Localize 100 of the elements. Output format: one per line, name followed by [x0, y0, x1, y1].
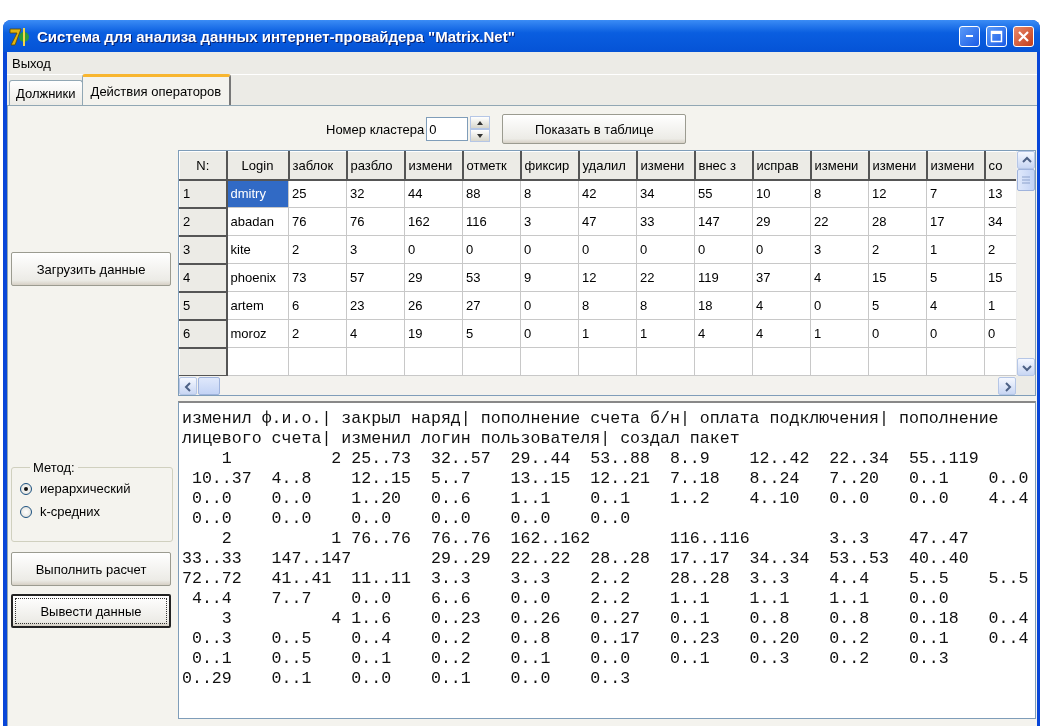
window-title: Система для анализа данных интернет-провайдера "Matrix.Net": [37, 27, 516, 45]
table-cell: 8: [636, 291, 695, 320]
table-cell: 76: [288, 207, 347, 236]
column-header[interactable]: заблок: [288, 151, 347, 180]
scroll-up-button[interactable]: [1017, 151, 1035, 169]
table-cell: 17: [926, 207, 985, 236]
table-cell: 4: [926, 291, 985, 320]
column-header[interactable]: внес з: [694, 151, 753, 180]
table-cell: 4: [810, 263, 869, 292]
table-cell: 44: [404, 179, 463, 208]
column-header[interactable]: отметк: [462, 151, 521, 180]
minimize-button[interactable]: [959, 25, 980, 47]
table-cell: 8: [520, 179, 579, 208]
table-cell: 1: [810, 319, 869, 348]
vertical-scrollbar[interactable]: [1016, 151, 1035, 376]
show-in-table-button[interactable]: Показать в таблице: [502, 114, 687, 144]
table-cell: 73: [288, 263, 347, 292]
scroll-right-button[interactable]: [998, 376, 1016, 395]
table-cell: 12: [868, 179, 927, 208]
table-cell: 37: [752, 263, 811, 292]
minimize-icon: [966, 35, 973, 37]
output-line: 33..33 147..147 29..29 22..22 28..28 17..17 34..34 53..53 40..40: [182, 549, 969, 569]
maximize-button[interactable]: [986, 25, 1007, 47]
table-cell: 23: [346, 291, 405, 320]
table-cell: 9: [520, 263, 579, 292]
cluster-label: Номер кластера: [326, 121, 425, 137]
table-cell[interactable]: abadan: [226, 207, 289, 236]
table-cell: 0: [694, 235, 753, 264]
table-cell: 55: [694, 179, 753, 208]
output-line: 10..37 4..8 12..15 5..7 13..15 12..21 7..18 8..24 7..20 0..1 0..0: [190, 469, 1029, 489]
table-cell: 25: [288, 179, 347, 208]
cluster-field[interactable]: 0: [426, 117, 469, 141]
table-cell: 1: [578, 319, 637, 348]
table-cell[interactable]: phoenix: [226, 263, 289, 292]
table-cell: 34: [636, 179, 695, 208]
output-line: 1 2 25..73 32..57 29..44 53..88 8..9 12..42 22..34 55..119: [220, 449, 979, 469]
row-number: 1: [179, 179, 227, 208]
table-cell: 5: [868, 291, 927, 320]
menu-item[interactable]: Выход: [9, 53, 54, 73]
scrollbar-thumb[interactable]: [1017, 169, 1035, 191]
table-cell: 4: [346, 319, 405, 348]
close-button[interactable]: [1013, 25, 1034, 47]
column-header[interactable]: удалил: [578, 151, 637, 180]
column-header[interactable]: измени: [926, 151, 985, 180]
table-cell: 0: [578, 235, 637, 264]
column-header[interactable]: N:: [179, 151, 227, 180]
table-cell: 26: [404, 291, 463, 320]
maximize-icon: [990, 29, 1003, 43]
table-cell: 0: [404, 235, 463, 264]
horizontal-scrollbar[interactable]: [179, 376, 1016, 395]
column-header[interactable]: фиксир: [520, 151, 579, 180]
output-line: 0..0 0..0 1..20 0..6 1..1 0..1 1..2 4..10 0..0 0..0 4..4: [190, 489, 1029, 509]
row-number: 6: [179, 319, 227, 348]
table-cell: 0: [520, 319, 579, 348]
column-header[interactable]: Login: [226, 151, 289, 180]
scrollbar-thumb[interactable]: [198, 376, 220, 395]
close-icon: [1017, 29, 1030, 43]
scroll-down-button[interactable]: [1017, 358, 1035, 376]
output-line: 72..72 41..41 11..11 3..3 3..3 2..2 28..28 3..3 4..4 5..5 5..5: [182, 569, 1029, 589]
app-icon: [9, 26, 31, 46]
column-header[interactable]: измени: [810, 151, 869, 180]
table-cell: 2: [868, 235, 927, 264]
tab[interactable]: Действия операторов: [81, 74, 232, 105]
table-cell: 6: [288, 291, 347, 320]
column-header[interactable]: измени: [636, 151, 695, 180]
table-cell: 162: [404, 207, 463, 236]
table-cell[interactable]: moroz: [226, 319, 289, 348]
column-header[interactable]: со: [984, 151, 1016, 180]
column-header[interactable]: исправ: [752, 151, 811, 180]
table-cell: 22: [636, 263, 695, 292]
spin-up-button[interactable]: [470, 116, 491, 129]
table-cell: 27: [462, 291, 521, 320]
radio-label[interactable]: k-средних: [40, 504, 101, 519]
tab[interactable]: Должники: [9, 80, 83, 105]
table-cell[interactable]: dmitry: [226, 179, 289, 208]
spin-down-button[interactable]: [470, 129, 491, 142]
output-data-button[interactable]: Вывести данные: [11, 594, 171, 628]
row-number: 2: [179, 207, 227, 236]
table-cell: 4: [694, 319, 753, 348]
grip-icon: [1022, 176, 1030, 184]
table-cell: 119: [694, 263, 753, 292]
triangle-up-icon: [477, 120, 484, 125]
radio-button[interactable]: [20, 482, 32, 495]
scroll-left-button[interactable]: [179, 376, 197, 395]
table-cell: 0: [926, 319, 985, 348]
output-line: 2 1 76..76 76..76 162..162 116..116 3..3 47..47: [220, 529, 969, 549]
radio-label[interactable]: иерархический: [40, 481, 131, 496]
triangle-down-icon: [477, 133, 484, 138]
table-cell[interactable]: artem: [226, 291, 289, 320]
column-header[interactable]: разбло: [346, 151, 405, 180]
load-data-button[interactable]: Загрузить данные: [11, 252, 171, 286]
column-header[interactable]: измени: [868, 151, 927, 180]
radio-button[interactable]: [20, 505, 32, 518]
table-cell: 0: [520, 291, 579, 320]
table-cell[interactable]: kite: [226, 235, 289, 264]
table-cell: 10: [752, 179, 811, 208]
table-cell: 8: [578, 291, 637, 320]
column-header[interactable]: измени: [404, 151, 463, 180]
calculate-button[interactable]: Выполнить расчет: [11, 552, 171, 586]
table-cell: 53: [462, 263, 521, 292]
